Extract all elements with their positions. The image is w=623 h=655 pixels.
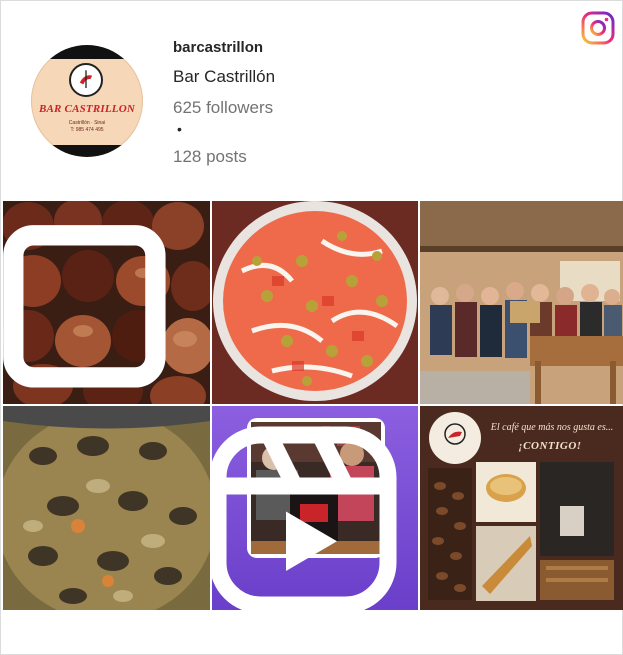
promo-tagline: ¡CONTIGO! [518,440,582,452]
avatar-brand-text: BAR CASTRILLON [38,103,135,115]
post-thumbnail-coffee-promo[interactable]: El café que más nos gusta es... ¡CONTIGO… [420,406,623,610]
avatar-logo-icon [69,63,103,97]
post-thumbnail-tomato-salad[interactable] [212,201,418,404]
full-name: Bar Castrillón [173,67,276,86]
post-thumbnail-clam-stew[interactable] [3,406,210,610]
avatar-bottom-band [31,145,143,157]
separator-dot: • [177,121,182,137]
posts-count: 128 posts [173,147,247,166]
followers-count[interactable]: 625 followers [173,98,273,118]
posts-grid: El café que más nos gusta es... ¡CONTIGO… [3,201,623,611]
reel-icon [212,426,397,610]
avatar[interactable]: BAR CASTRILLON Castrillón · Sinai T: 985… [31,45,143,157]
username[interactable]: barcastrillon [173,39,263,56]
avatar-subtext: T: 985 474 495 [70,127,104,133]
post-thumbnail-reel[interactable] [212,406,418,610]
instagram-icon[interactable] [581,11,615,45]
instagram-profile-card: BAR CASTRILLON Castrillón · Sinai T: 985… [0,0,623,655]
avatar-top-band [31,45,143,59]
carousel-icon [3,225,166,388]
promo-headline: El café que más nos gusta es... [490,422,614,433]
post-thumbnail-chestnuts[interactable] [3,201,210,404]
avatar-subtext: Castrillón · Sinai [68,120,106,126]
post-thumbnail-group-photo[interactable] [420,201,623,404]
